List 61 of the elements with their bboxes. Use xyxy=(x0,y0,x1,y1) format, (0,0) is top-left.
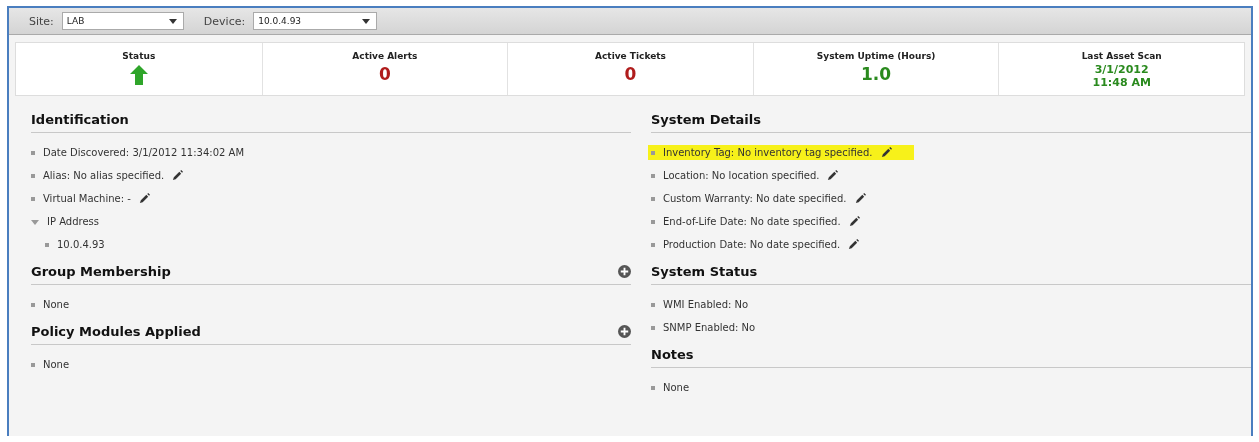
bullet-icon xyxy=(31,173,35,178)
stat-value: 3/1/2012 xyxy=(1094,63,1149,76)
section-title: Notes xyxy=(651,347,694,362)
stat-label: Active Alerts xyxy=(352,51,418,61)
detail-text: Virtual Machine: - xyxy=(43,193,131,204)
site-dropdown[interactable]: LAB xyxy=(61,12,184,30)
bullet-icon xyxy=(651,242,655,247)
bullet-icon xyxy=(31,196,35,201)
bullet-icon xyxy=(651,385,655,390)
detail-text: End-of-Life Date: No date specified. xyxy=(663,216,841,227)
bullet-icon xyxy=(651,196,655,201)
stat-label: Status xyxy=(122,51,156,61)
caret-icon xyxy=(168,18,177,24)
detail-text: Alias: No alias specified. xyxy=(43,170,165,181)
add-icon[interactable] xyxy=(618,325,631,338)
bullet-icon xyxy=(45,242,49,247)
detail-text: 10.0.4.93 xyxy=(57,239,105,250)
section-title: System Details xyxy=(651,112,761,127)
section-title: Group Membership xyxy=(31,264,171,279)
bullet-icon xyxy=(31,150,35,155)
device-dropdown[interactable]: 10.0.4.93 xyxy=(253,12,378,30)
detail-text: None xyxy=(663,382,690,393)
bullet-icon xyxy=(651,173,655,178)
detail-text: Location: No location specified. xyxy=(663,170,820,181)
stat-value: 1.0 xyxy=(861,64,892,84)
detail-text: Inventory Tag: No inventory tag specified. xyxy=(663,147,873,158)
detail-text: None xyxy=(43,299,70,310)
detail-text: WMI Enabled: No xyxy=(663,299,749,310)
stat-label: System Uptime (Hours) xyxy=(816,51,936,61)
section-title: Identification xyxy=(31,112,129,127)
pencil-icon[interactable] xyxy=(854,193,866,204)
pencil-icon[interactable] xyxy=(848,239,860,250)
detail-text: IP Address xyxy=(47,216,99,227)
add-icon[interactable] xyxy=(618,265,631,278)
bullet-icon xyxy=(31,302,35,307)
device-label: Device: xyxy=(203,14,246,28)
detail-text: None xyxy=(43,359,70,370)
stat-value: 0 xyxy=(378,64,391,84)
expanded-arrow-icon[interactable] xyxy=(31,217,39,226)
stat-value: 0 xyxy=(624,64,637,84)
stat-label: Active Tickets xyxy=(595,51,666,61)
bullet-icon xyxy=(651,302,655,307)
detail-text: Production Date: No date specified. xyxy=(663,239,841,250)
bullet-icon xyxy=(651,325,655,330)
pencil-icon[interactable] xyxy=(172,170,184,181)
site-label: Site: xyxy=(29,14,54,28)
section-title: System Status xyxy=(651,264,758,279)
pencil-icon[interactable] xyxy=(880,147,892,158)
pencil-icon[interactable] xyxy=(848,216,860,227)
caret-icon xyxy=(362,18,371,24)
bullet-icon xyxy=(31,362,35,367)
detail-text: Date Discovered: 3/1/2012 11:34:02 AM xyxy=(43,147,245,158)
bullet-icon xyxy=(651,150,655,155)
section-title: Policy Modules Applied xyxy=(31,324,201,339)
pencil-icon[interactable] xyxy=(827,170,839,181)
stat-value: 11:48 AM xyxy=(1092,76,1151,89)
pencil-icon[interactable] xyxy=(138,193,150,204)
bullet-icon xyxy=(651,219,655,224)
stat-label: Last Asset Scan xyxy=(1081,51,1162,61)
detail-text: SNMP Enabled: No xyxy=(663,322,756,333)
detail-text: Custom Warranty: No date specified. xyxy=(663,193,847,204)
